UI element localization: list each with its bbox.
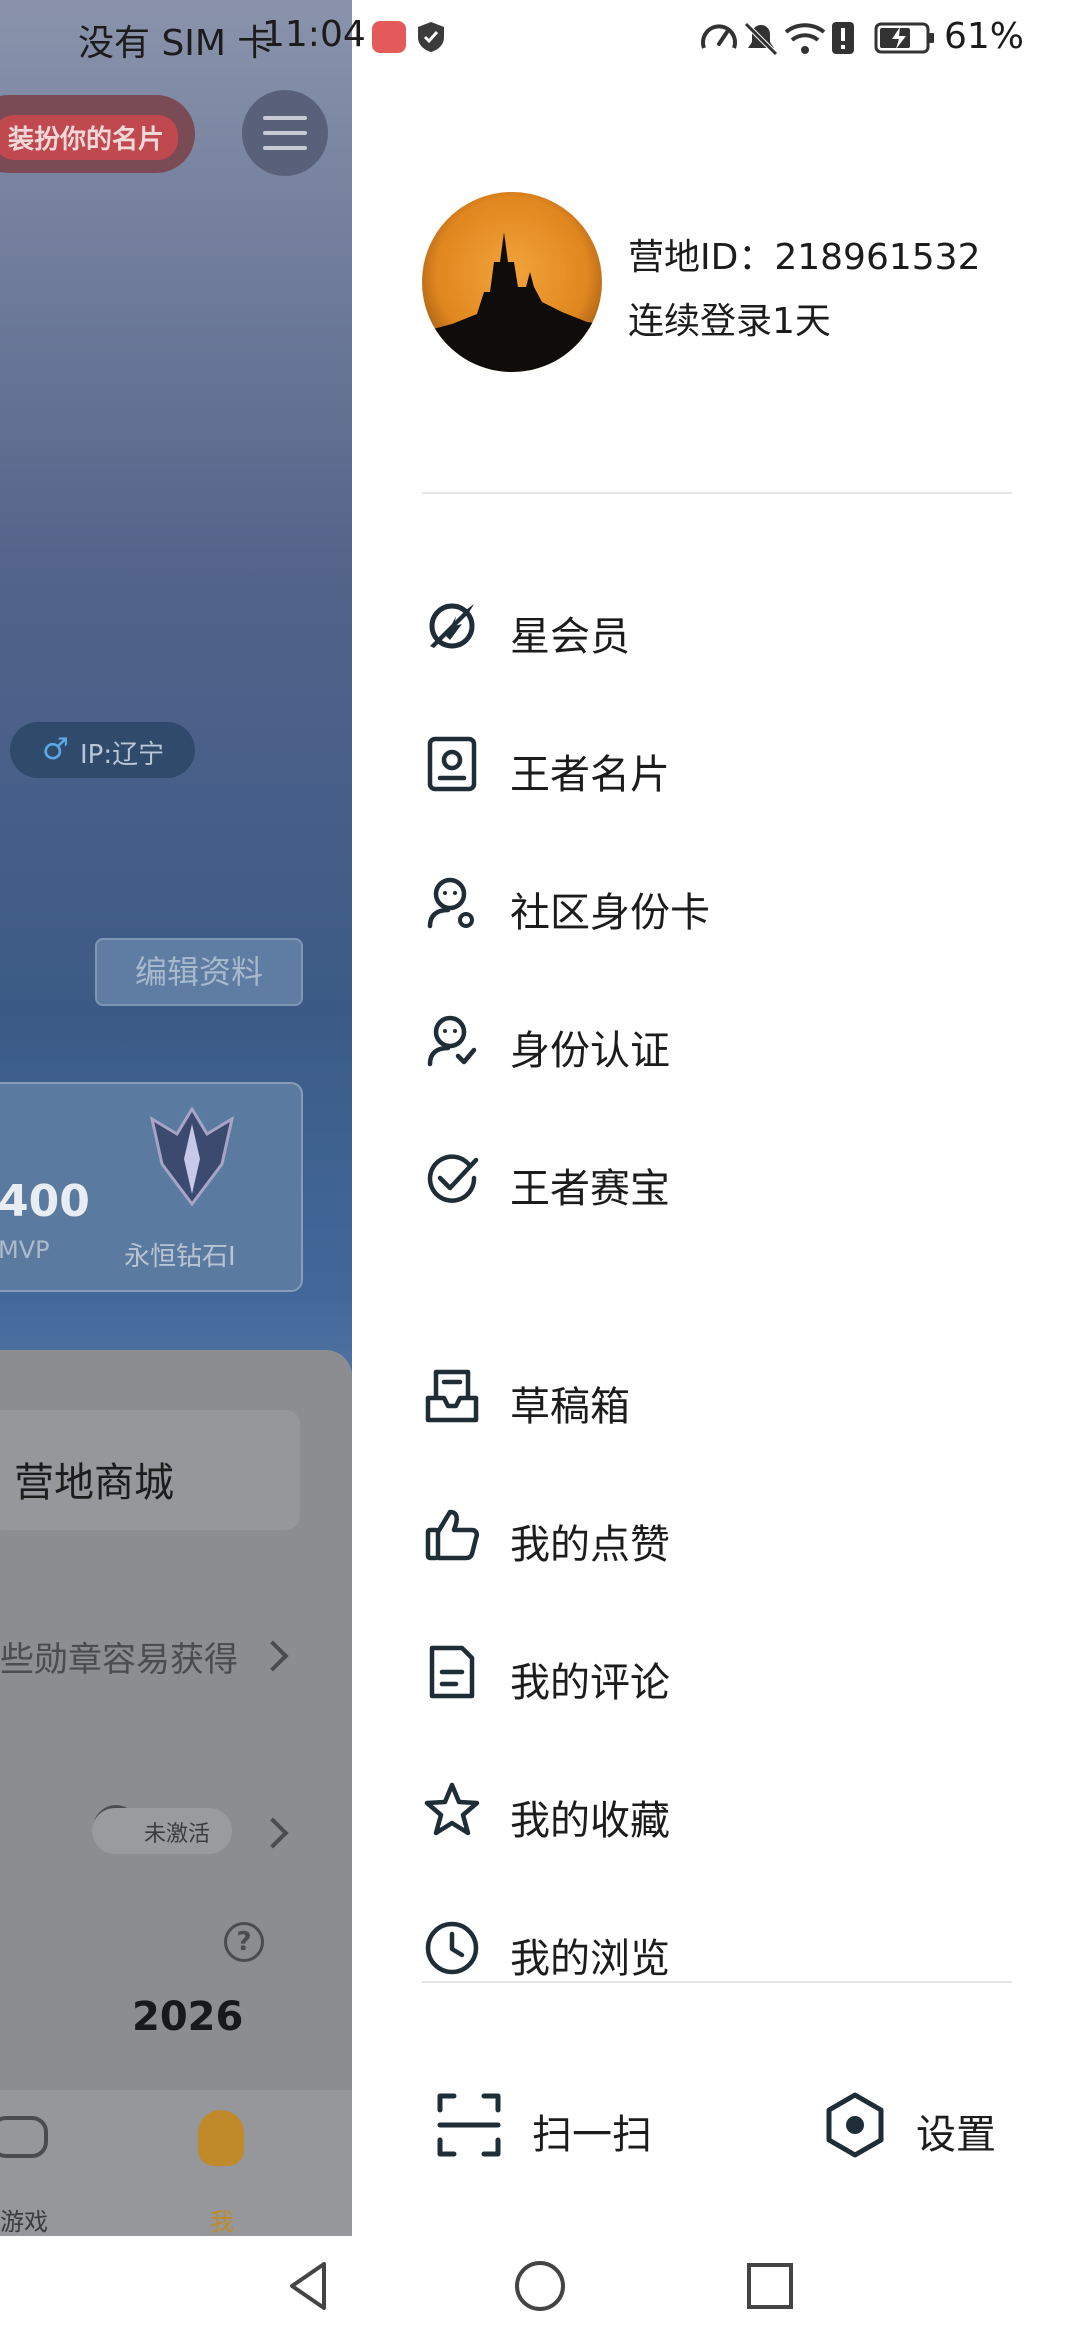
- menu-label: 草稿箱: [510, 1384, 630, 1430]
- male-icon: ♂: [42, 732, 69, 767]
- community-id-card-icon: [427, 877, 474, 929]
- menu-item-history[interactable]: 我的浏览: [422, 1898, 1012, 1998]
- ip-location-badge: ♂ IP:辽宁: [10, 722, 195, 778]
- identity-verify-icon: [427, 1015, 477, 1067]
- settings-label: 设置: [916, 2112, 996, 2158]
- dress-card-label: 装扮你的名片: [0, 115, 179, 160]
- back-triangle-icon[interactable]: [280, 2256, 340, 2316]
- name-card-icon: [427, 736, 477, 792]
- bell-muted-icon: [744, 22, 778, 56]
- background-bottom-nav: 游戏 我: [0, 2090, 352, 2236]
- hamburger-menu-icon[interactable]: [242, 90, 328, 176]
- menu-item-identity-verify[interactable]: 身份认证: [422, 990, 1012, 1090]
- speed-icon: [701, 24, 737, 49]
- wifi-icon: [784, 23, 826, 54]
- menu-item-star-member[interactable]: 星会员: [422, 576, 1012, 676]
- scan-icon: [437, 2093, 501, 2157]
- menu-item-comments[interactable]: 我的评论: [422, 1622, 1012, 1722]
- game-stats-card[interactable]: 400 MVP 永恒钻石I: [0, 1082, 303, 1292]
- comment-icon: [429, 1645, 475, 1699]
- star-member-icon: [429, 603, 475, 649]
- battery-charging-icon: [874, 22, 934, 54]
- menu-label: 我的评论: [510, 1660, 670, 1706]
- menu-item-community-id[interactable]: 社区身份卡: [422, 852, 1012, 952]
- scan-label: 扫一扫: [532, 2112, 652, 2158]
- menu-label: 王者名片: [510, 752, 670, 798]
- alert-icon: [832, 22, 854, 54]
- menu-label: 星会员: [510, 614, 630, 660]
- history-clock-icon: [425, 1921, 479, 1975]
- recents-square-icon[interactable]: [740, 2256, 800, 2316]
- background-profile-page: 装扮你的名片 ♂ IP:辽宁 编辑资料 400 MVP 永恒钻石I 营地商城 些勋…: [0, 0, 352, 2236]
- user-avatar[interactable]: [422, 192, 602, 372]
- menu-label: 我的收藏: [510, 1798, 670, 1844]
- menu-label: 王者赛宝: [510, 1166, 670, 1212]
- menu-item-match-treasure[interactable]: 王者赛宝: [422, 1128, 1012, 1228]
- clock: 11:04: [262, 14, 366, 55]
- battery-percent: 61%: [944, 16, 1025, 57]
- star-icon: [424, 1782, 480, 1836]
- rank-emblem-icon: [149, 1106, 235, 1207]
- nav-game-label[interactable]: 游戏: [0, 2202, 48, 2236]
- edit-profile-button[interactable]: 编辑资料: [95, 938, 303, 1006]
- badges-entry[interactable]: 些勋章容易获得: [0, 1632, 238, 1681]
- menu-item-likes[interactable]: 我的点赞: [422, 1484, 1012, 1584]
- camp-id: 营地ID：218961532: [628, 237, 981, 278]
- ip-label: IP:辽宁: [80, 740, 165, 770]
- drafts-icon: [425, 1369, 479, 1423]
- match-treasure-icon: [427, 1154, 479, 1203]
- carrier-status: 没有 SIM 卡: [78, 23, 274, 64]
- avatar-moon-castle-image: [422, 192, 602, 372]
- status-bar: 没有 SIM 卡 11:04 61%: [0, 0, 1080, 76]
- mvp-count: 400: [0, 1176, 90, 1227]
- calendar-year: 2026: [132, 1994, 244, 2040]
- thumbs-up-icon: [425, 1509, 480, 1561]
- shield-check-icon: [418, 22, 444, 52]
- rank-label: 永恒钻石I: [124, 1242, 236, 1272]
- menu-label: 身份认证: [510, 1028, 670, 1074]
- menu-item-name-card[interactable]: 王者名片: [422, 714, 1012, 814]
- home-circle-icon[interactable]: [510, 2256, 570, 2316]
- system-navigation-bar: [0, 2236, 1080, 2340]
- menu-label: 社区身份卡: [510, 890, 710, 936]
- settings-hexagon-icon: [826, 2092, 884, 2158]
- footer-divider: [422, 1981, 1012, 1983]
- inactive-badge: 未激活: [92, 1808, 232, 1854]
- login-streak: 连续登录1天: [628, 301, 831, 342]
- camp-shop-entry[interactable]: 营地商城: [0, 1410, 300, 1530]
- menu-item-favorites[interactable]: 我的收藏: [422, 1760, 1012, 1860]
- status-icons: [701, 22, 934, 56]
- nav-me-icon[interactable]: [198, 2110, 244, 2166]
- gamepad-icon[interactable]: [0, 2116, 48, 2158]
- huawei-app-icon: [372, 21, 406, 53]
- menu-label: 我的点赞: [510, 1522, 670, 1568]
- nav-me-label[interactable]: 我: [210, 2202, 234, 2236]
- menu-label: 我的浏览: [510, 1936, 670, 1982]
- header-divider: [422, 492, 1012, 494]
- settings-button[interactable]: 设置: [822, 2074, 1022, 2174]
- help-icon[interactable]: ?: [224, 1922, 264, 1962]
- mvp-label: MVP: [0, 1236, 50, 1264]
- menu-item-drafts[interactable]: 草稿箱: [422, 1346, 1012, 1446]
- dress-card-button[interactable]: 装扮你的名片: [0, 95, 195, 173]
- scan-button[interactable]: 扫一扫: [436, 2074, 676, 2174]
